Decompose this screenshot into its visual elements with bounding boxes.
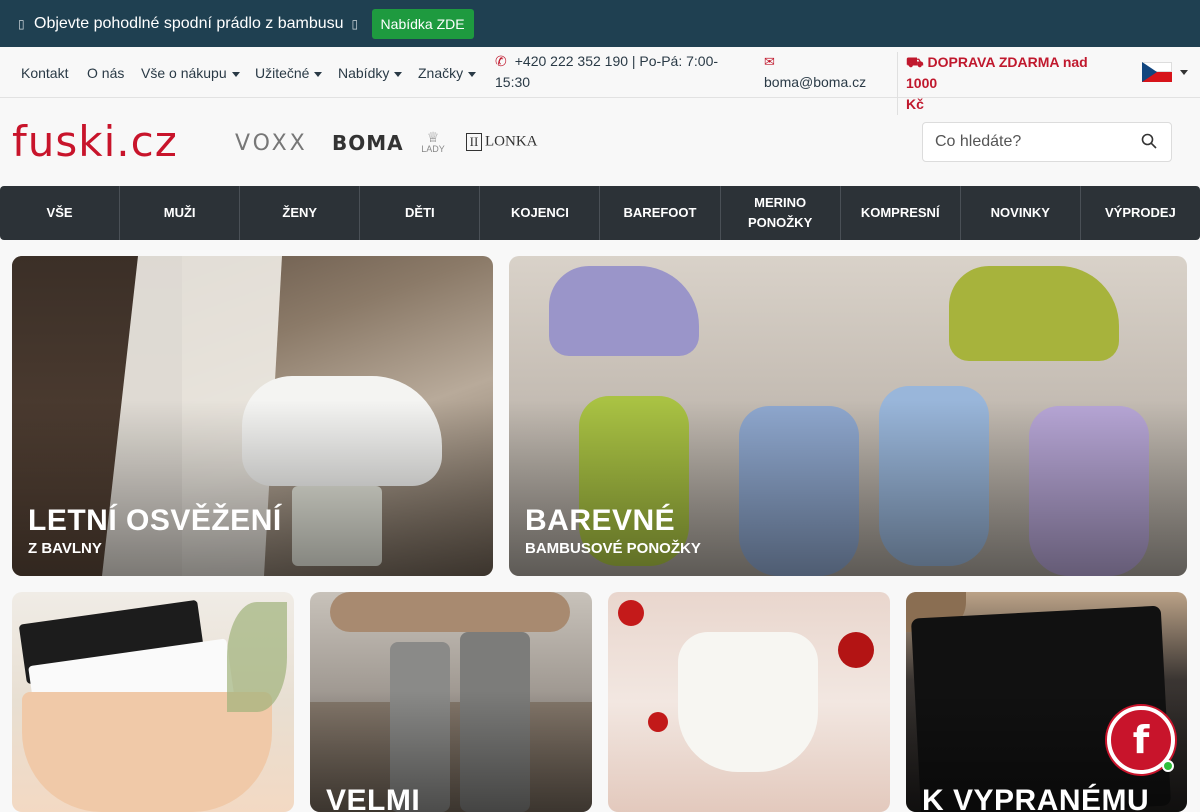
site-logo[interactable]: fuski.cz bbox=[12, 118, 178, 166]
promo-button[interactable]: Nabídka ZDE bbox=[371, 8, 474, 39]
chevron-left-icon[interactable]: ▯ bbox=[18, 17, 28, 31]
envelope-icon: ✉ bbox=[764, 54, 775, 69]
phone-text: +420 222 352 190 | Po-Pá: 7:00- bbox=[514, 53, 719, 69]
banner-title: LETNÍ OSVĚŽENÍ bbox=[28, 504, 282, 537]
banner-white-socks[interactable] bbox=[608, 592, 890, 812]
category-muzi[interactable]: MUŽI bbox=[120, 186, 241, 240]
banner-laundry-bag[interactable]: K VYPRANÉMU bbox=[906, 592, 1187, 812]
search-input[interactable] bbox=[935, 133, 1135, 151]
truck-icon: ⛟ bbox=[906, 54, 924, 70]
banner-underwear[interactable] bbox=[12, 592, 294, 812]
nav-dropdown-znacky[interactable]: Značky bbox=[418, 65, 477, 81]
caret-down-icon bbox=[314, 71, 323, 77]
nav-link-label: Kontakt bbox=[21, 65, 69, 81]
banner-medical-socks[interactable]: VELMI bbox=[310, 592, 592, 812]
crown-icon: ♕ bbox=[426, 129, 440, 145]
online-status-indicator bbox=[1162, 760, 1174, 772]
banner-summer-cotton[interactable]: LETNÍ OSVĚŽENÍ Z BAVLNY bbox=[12, 256, 493, 576]
brand-lady-text: LADY bbox=[421, 144, 445, 154]
promo-bar: ▯ Objevte pohodlné spodní prádlo z bambu… bbox=[0, 0, 1200, 47]
nav-link-label: Užitečné bbox=[255, 65, 310, 81]
category-deti[interactable]: DĚTI bbox=[360, 186, 481, 240]
banner-subtitle: Z BAVLNY bbox=[28, 540, 102, 557]
language-caret-icon[interactable] bbox=[1180, 70, 1188, 75]
bamboo-leaf-image bbox=[227, 602, 287, 712]
hands-image bbox=[330, 592, 570, 632]
nav-dropdown-uzitecne[interactable]: Užitečné bbox=[255, 65, 323, 81]
category-kojenci[interactable]: KOJENCI bbox=[480, 186, 601, 240]
chat-widget-letter: f bbox=[1132, 718, 1150, 762]
nav-link-o-nas[interactable]: O nás bbox=[87, 65, 124, 81]
caret-down-icon bbox=[231, 71, 240, 77]
email-contact[interactable]: ✉ boma@boma.cz bbox=[764, 51, 866, 93]
category-kompresni[interactable]: KOMPRESNÍ bbox=[841, 186, 961, 240]
search-icon[interactable] bbox=[1141, 133, 1157, 149]
caret-down-icon bbox=[394, 71, 403, 77]
email-text: boma@boma.cz bbox=[764, 74, 867, 90]
search-box bbox=[922, 122, 1172, 162]
nav-link-label: Značky bbox=[418, 65, 464, 81]
category-vyprodej[interactable]: VÝPRODEJ bbox=[1081, 186, 1200, 240]
nav-dropdown-nakup[interactable]: Vše o nákupu bbox=[141, 65, 240, 81]
category-novinky[interactable]: NOVINKY bbox=[961, 186, 1081, 240]
nav-link-label: Vše o nákupu bbox=[141, 65, 227, 81]
nav-link-label: O nás bbox=[87, 65, 125, 81]
category-barefoot[interactable]: BAREFOOT bbox=[600, 186, 721, 240]
free-shipping-notice: ⛟ DOPRAVA ZDARMA nad 1000 Kč bbox=[897, 52, 1119, 115]
brand-logo-lonka[interactable]: II LONKA bbox=[466, 133, 538, 151]
nav-link-label: Nabídky bbox=[338, 65, 390, 81]
banner-colorful-bamboo[interactable]: BAREVNÉ BAMBUSOVÉ PONOŽKY bbox=[509, 256, 1187, 576]
banner-subtitle: BAMBUSOVÉ PONOŽKY bbox=[525, 540, 701, 557]
category-merino[interactable]: MERINO PONOŽKY bbox=[721, 186, 841, 240]
category-nav: VŠE MUŽI ŽENY DĚTI KOJENCI BAREFOOT MERI… bbox=[0, 186, 1200, 240]
brand-logo-lady[interactable]: ♕ LADY bbox=[413, 130, 453, 154]
phone-contact[interactable]: ✆ +420 222 352 190 | Po-Pá: 7:00- 15:30 bbox=[495, 51, 718, 93]
shipping-currency: Kč bbox=[906, 96, 924, 112]
caret-down-icon bbox=[468, 71, 477, 77]
phone-icon: ✆ bbox=[495, 53, 507, 69]
brand-logo-voxx[interactable]: VOXX bbox=[235, 131, 308, 156]
rose-image bbox=[618, 600, 644, 626]
category-zeny[interactable]: ŽENY bbox=[240, 186, 361, 240]
purple-sneaker-image bbox=[549, 266, 699, 356]
banner-title: BAREVNÉ bbox=[525, 504, 676, 537]
category-vse[interactable]: VŠE bbox=[0, 186, 121, 240]
banner-title: VELMI bbox=[326, 784, 421, 812]
brand-lonka-text: LONKA bbox=[485, 133, 538, 150]
phone-hours: 15:30 bbox=[495, 74, 531, 90]
rose-image bbox=[838, 632, 874, 668]
shipping-text: DOPRAVA ZDARMA nad 1000 bbox=[906, 54, 1088, 91]
chevron-right-icon[interactable]: ▯ bbox=[352, 17, 362, 31]
brand-logo-boma[interactable]: BOMA bbox=[332, 131, 404, 155]
white-sock-image bbox=[678, 632, 818, 772]
green-sneaker-image bbox=[949, 266, 1119, 361]
czech-flag-icon[interactable] bbox=[1142, 62, 1172, 82]
banner-title: K VYPRANÉMU bbox=[922, 784, 1150, 812]
promo-text: Objevte pohodlné spodní prádlo z bambusu bbox=[34, 14, 344, 32]
rose-image bbox=[648, 712, 668, 732]
lonka-mark-icon: II bbox=[466, 133, 482, 151]
nav-link-kontakt[interactable]: Kontakt bbox=[21, 65, 68, 81]
nav-dropdown-nabidky[interactable]: Nabídky bbox=[338, 65, 403, 81]
